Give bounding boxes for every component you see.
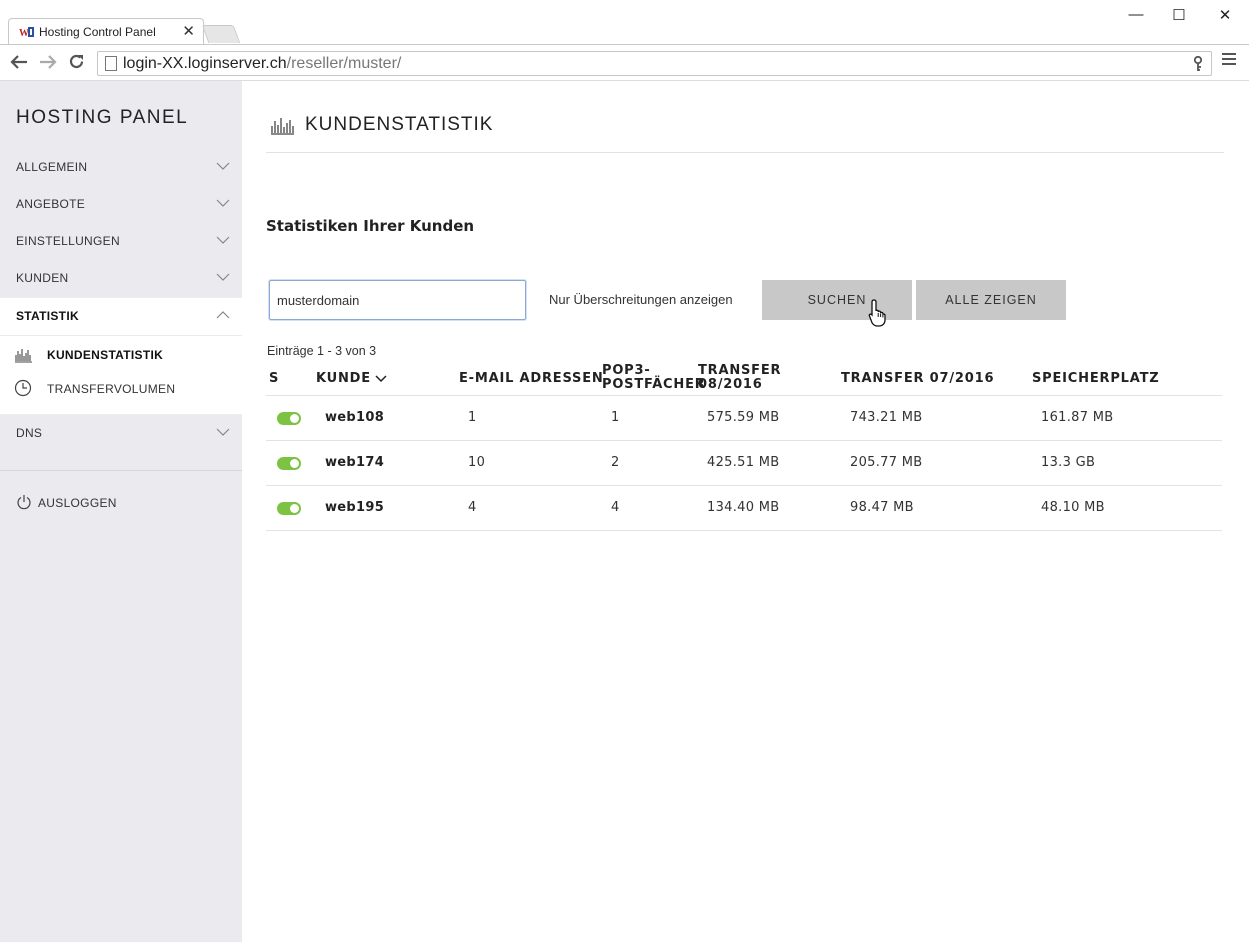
sidebar-item-angebote[interactable]: ANGEBOTE [0, 186, 242, 223]
browser-menu-icon[interactable] [1222, 53, 1236, 68]
column-header-transfer-previous[interactable]: TRANSFER 07/2016 [841, 372, 994, 386]
back-arrow-icon[interactable] [10, 54, 28, 70]
main-content: KUNDENSTATISTIK Statistiken Ihrer Kunden… [242, 81, 1249, 942]
column-header-pop3-line2[interactable]: POSTFÄCHER [602, 378, 706, 392]
sidebar-subitem-kundenstatistik[interactable]: KUNDENSTATISTIK [0, 339, 242, 369]
transfer-current: 575.59 MB [707, 410, 780, 425]
header-divider [266, 152, 1224, 153]
key-icon[interactable] [1193, 56, 1203, 72]
bar-chart-icon [271, 118, 294, 135]
status-toggle[interactable] [277, 502, 301, 515]
email-count: 1 [468, 410, 477, 425]
hosting-favicon-icon: W [19, 25, 35, 39]
table-row: web108 1 1 575.59 MB 743.21 MB 161.87 MB [266, 396, 1222, 440]
browser-tab[interactable]: W Hosting Control Panel ✕ [8, 18, 204, 44]
tab-close-icon[interactable]: ✕ [182, 22, 195, 40]
window-minimize-button[interactable]: — [1124, 6, 1148, 23]
sidebar-item-label: STATISTIK [16, 309, 79, 323]
hand-cursor-icon [868, 299, 886, 327]
column-header-status[interactable]: S [269, 372, 279, 386]
column-header-storage[interactable]: SPEICHERPLATZ [1032, 372, 1159, 386]
browser-titlebar: W Hosting Control Panel ✕ — ☐ ✕ [0, 0, 1249, 44]
forward-arrow-icon[interactable] [39, 54, 57, 70]
customer-name[interactable]: web108 [325, 410, 384, 425]
address-bar[interactable]: login-XX.loginserver.ch/reseller/muster/ [97, 51, 1212, 76]
url-text: login-XX.loginserver.ch/reseller/muster/ [123, 55, 402, 72]
sidebar-item-label: ANGEBOTE [16, 197, 86, 211]
clock-icon [14, 379, 32, 397]
logout-button[interactable]: AUSLOGGEN [0, 491, 242, 515]
svg-text:W: W [19, 28, 29, 39]
storage-used: 13.3 GB [1041, 455, 1096, 470]
logout-label: AUSLOGGEN [38, 496, 117, 510]
page-icon [105, 56, 117, 71]
sidebar-item-label: DNS [16, 426, 43, 440]
sidebar-item-dns[interactable]: DNS [0, 415, 242, 452]
sidebar-divider [0, 470, 242, 471]
sidebar-item-label: KUNDEN [16, 271, 69, 285]
tab-title: Hosting Control Panel [39, 25, 156, 39]
status-toggle[interactable] [277, 412, 301, 425]
status-toggle[interactable] [277, 457, 301, 470]
brand-title: HOSTING PANEL [16, 107, 189, 128]
email-count: 10 [468, 455, 486, 470]
window-maximize-button[interactable]: ☐ [1167, 6, 1191, 24]
sidebar-item-statistik[interactable]: STATISTIK [0, 298, 242, 335]
section-title: Statistiken Ihrer Kunden [266, 217, 475, 235]
page-title: KUNDENSTATISTIK [305, 114, 494, 135]
sidebar-item-allgemein[interactable]: ALLGEMEIN [0, 149, 242, 186]
pop3-count: 1 [611, 410, 620, 425]
sidebar: HOSTING PANEL ALLGEMEIN ANGEBOTE EINSTEL… [0, 81, 242, 942]
window-close-button[interactable]: ✕ [1213, 6, 1237, 24]
storage-used: 161.87 MB [1041, 410, 1114, 425]
pop3-count: 2 [611, 455, 620, 470]
transfer-previous: 205.77 MB [850, 455, 923, 470]
search-input[interactable] [269, 280, 526, 320]
sidebar-subitem-label: KUNDENSTATISTIK [47, 348, 164, 362]
transfer-current: 425.51 MB [707, 455, 780, 470]
sidebar-item-einstellungen[interactable]: EINSTELLUNGEN [0, 223, 242, 260]
sidebar-item-label: EINSTELLUNGEN [16, 234, 120, 248]
sort-chevron-down-icon[interactable] [375, 375, 387, 383]
chevron-down-icon [216, 428, 230, 436]
chevron-down-icon [216, 162, 230, 170]
chevron-up-icon [216, 311, 230, 319]
entries-count: Einträge 1 - 3 von 3 [267, 344, 377, 358]
column-header-customer[interactable]: KUNDE [316, 372, 371, 386]
sidebar-item-label: ALLGEMEIN [16, 160, 88, 174]
sidebar-item-kunden[interactable]: KUNDEN [0, 260, 242, 297]
storage-used: 48.10 MB [1041, 500, 1105, 515]
chevron-down-icon [216, 199, 230, 207]
table-row: web174 10 2 425.51 MB 205.77 MB 13.3 GB [266, 441, 1222, 485]
sidebar-subitem-transfervolumen[interactable]: TRANSFERVOLUMEN [0, 373, 242, 403]
filter-exceed-toggle[interactable]: Nur Überschreitungen anzeigen [549, 292, 733, 307]
statistik-submenu: KUNDENSTATISTIK TRANSFERVOLUMEN [0, 336, 242, 414]
chevron-down-icon [216, 273, 230, 281]
column-header-email[interactable]: E-MAIL ADRESSEN [459, 372, 604, 386]
email-count: 4 [468, 500, 477, 515]
chevron-down-icon [216, 236, 230, 244]
bar-chart-icon [15, 349, 32, 363]
table-divider [266, 530, 1222, 531]
column-header-transfer-current-line1[interactable]: TRANSFER [698, 364, 781, 378]
transfer-previous: 743.21 MB [850, 410, 923, 425]
customer-name[interactable]: web195 [325, 500, 384, 515]
sidebar-subitem-label: TRANSFERVOLUMEN [47, 382, 176, 396]
customer-name[interactable]: web174 [325, 455, 384, 470]
transfer-previous: 98.47 MB [850, 500, 914, 515]
power-icon [17, 495, 31, 510]
table-row: web195 4 4 134.40 MB 98.47 MB 48.10 MB [266, 486, 1222, 530]
column-header-pop3-line1[interactable]: POP3- [602, 364, 651, 378]
show-all-button[interactable]: ALLE ZEIGEN [916, 280, 1066, 320]
column-header-transfer-current-line2[interactable]: 08/2016 [698, 378, 763, 392]
reload-icon[interactable] [68, 53, 85, 70]
transfer-current: 134.40 MB [707, 500, 780, 515]
new-tab-button[interactable] [201, 25, 241, 43]
browser-toolbar: login-XX.loginserver.ch/reseller/muster/ [0, 44, 1249, 81]
pop3-count: 4 [611, 500, 620, 515]
